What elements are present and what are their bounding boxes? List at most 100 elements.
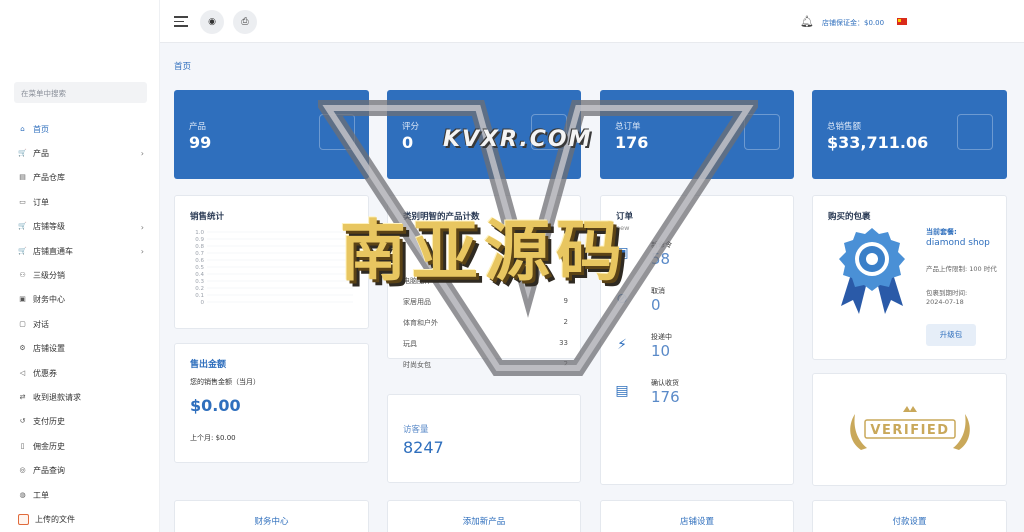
orders-card: 订单 new ▣ 新命令 58 ⊘ 取消 0 ⚡ 投递中 10 ▤ 确认收货 176 — [600, 195, 794, 485]
y-tick: 0.3 — [195, 279, 204, 285]
add-product-link[interactable]: 添加新产品 — [387, 500, 581, 532]
stat-value: 176 — [615, 133, 649, 152]
watermark-top-text: KVXR.COM — [443, 127, 593, 152]
gear-icon: ⚙ — [19, 344, 26, 353]
sidebar-item-label: 订单 — [33, 197, 49, 207]
breadcrumb[interactable]: 首页 — [174, 60, 191, 72]
verified-seal-icon: VERIFIED — [850, 406, 970, 450]
order-item-delivering[interactable]: ⚡ 投递中 10 — [613, 332, 783, 368]
sidebar-item-payment-history[interactable]: ↺ 支付历史 — [0, 410, 160, 434]
chevron-right-icon: › — [140, 246, 144, 256]
sidebar-item-label: 三级分销 — [33, 271, 65, 281]
award-badge-icon — [839, 228, 905, 314]
globe-icon[interactable]: ◉ — [200, 10, 224, 34]
shop-deposit[interactable]: 店铺保证金：$0.00 — [822, 18, 884, 28]
sidebar-item-label: 优惠券 — [33, 368, 57, 378]
category-name: 时尚女包 — [403, 361, 431, 369]
category-name: 家居用品 — [403, 298, 431, 306]
shop-settings-link[interactable]: 店铺设置 — [600, 500, 794, 532]
sidebar-item-label: 产品 — [33, 149, 49, 159]
stat-label: 总销售额 — [827, 122, 862, 132]
sidebar-item-label: 产品查询 — [33, 466, 65, 476]
sidebar-item-label: 收到退款请求 — [33, 392, 81, 402]
finance-center-link[interactable]: 财务中心 — [174, 500, 369, 532]
sidebar-item-orders[interactable]: ▭ 订单 — [0, 190, 160, 214]
y-tick: 0.2 — [195, 286, 204, 292]
sidebar-item-shop-level[interactable]: 🛒 店铺等级 › — [0, 215, 160, 239]
sidebar-item-refunds[interactable]: ⇄ 收到退款请求 — [0, 385, 160, 409]
cart-icon: 🛒 — [18, 246, 27, 255]
stat-label: 产品 — [189, 122, 207, 132]
box-icon — [319, 114, 355, 150]
upload-limit: 产品上传限制: 100 时代 — [926, 265, 997, 273]
category-count: 2 — [563, 360, 568, 368]
sidebar-item-home[interactable]: ⌂ 首页 — [0, 117, 160, 141]
search-circle-icon: ◎ — [19, 466, 26, 475]
chart-up-icon — [957, 114, 993, 150]
sidebar-item-label: 对话 — [33, 319, 49, 329]
y-tick: 0.6 — [195, 258, 204, 264]
sidebar-item-tickets[interactable]: ◍ 工单 — [0, 483, 160, 507]
bell-icon[interactable]: 🔔︎ — [800, 15, 814, 28]
sidebar-item-distribution[interactable]: ⚇ 三级分销 — [0, 263, 160, 287]
y-tick: 0.5 — [195, 265, 204, 271]
payment-settings-link[interactable]: 付款设置 — [812, 500, 1007, 532]
sidebar-item-chat[interactable]: ▢ 对话 — [0, 312, 160, 336]
sidebar-item-shop-settings[interactable]: ⚙ 店铺设置 — [0, 337, 160, 361]
expiry-date: 2024-07-18 — [926, 298, 964, 306]
category-name: 体育和户外 — [403, 319, 438, 327]
category-count: 9 — [563, 297, 568, 305]
cart-icon: 🛒 — [18, 222, 27, 231]
order-item-received[interactable]: ▤ 确认收货 176 — [613, 378, 783, 414]
history-icon: ↺ — [19, 417, 26, 426]
order-item-cancelled[interactable]: ⊘ 取消 0 — [613, 286, 783, 322]
sidebar-item-label: 工单 — [33, 490, 49, 500]
sidebar-item-product-query[interactable]: ◎ 产品查询 — [0, 458, 160, 482]
language-flag-icon[interactable] — [897, 18, 907, 25]
upgrade-package-button[interactable]: 升级包 — [926, 324, 976, 346]
order-label: 投递中 — [651, 333, 672, 341]
stat-card-products[interactable]: 产品 99 — [174, 90, 369, 179]
sidebar-item-commission-history[interactable]: ▯ 佣金历史 — [0, 434, 160, 458]
verified-card: VERIFIED — [812, 373, 1007, 486]
category-count: 33 — [559, 339, 568, 347]
sidebar-item-label: 产品仓库 — [33, 173, 65, 183]
sidebar-item-shop-express[interactable]: 🛒 店铺直通车 › — [0, 239, 160, 263]
chat-icon: ▢ — [19, 319, 26, 328]
stat-value: 0 — [402, 133, 414, 152]
chevron-right-icon: › — [140, 222, 144, 232]
sales-chart: 1.0 0.9 0.8 0.7 0.6 0.5 0.4 0.3 0.2 0.1 … — [195, 230, 353, 306]
expiry-label: 包裹到期时间: — [926, 289, 968, 297]
ticket-icon: ◍ — [19, 490, 26, 499]
package-expiry: 包裹到期时间: 2024-07-18 — [926, 289, 967, 307]
wallet-icon: ▣ — [19, 295, 26, 304]
sidebar-item-coupons[interactable]: ◁ 优惠券 — [0, 361, 160, 385]
order-value: 176 — [651, 388, 680, 406]
order-item-new[interactable]: ▣ 新命令 58 — [613, 240, 783, 276]
sidebar-item-warehouse[interactable]: ▤ 产品仓库 — [0, 166, 160, 190]
sold-amount-card: 售出金额 您的销售金额（当月） $0.00 上个月: $0.00 — [174, 343, 369, 463]
order-label: 取消 — [651, 287, 665, 295]
chevron-right-icon: › — [140, 149, 144, 159]
stat-value: 99 — [189, 133, 212, 152]
refund-icon: ⇄ — [19, 392, 26, 401]
running-icon: ⚡ — [617, 337, 627, 353]
sidebar-item-label: 支付历史 — [33, 417, 65, 427]
stat-card-total-orders[interactable]: 总订单 176 — [600, 90, 794, 179]
menu-search-input[interactable]: 在菜单中搜索 — [14, 82, 147, 103]
stat-card-total-sales[interactable]: 总销售额 $33,711.06 — [812, 90, 1007, 179]
menu-toggle-icon[interactable] — [174, 16, 188, 27]
sold-amount-subtitle: 您的销售金额（当月） — [190, 378, 260, 386]
category-row: 玩具 33 — [403, 339, 568, 349]
y-tick: 0.7 — [195, 251, 204, 257]
sidebar-item-uploaded-files[interactable]: 上传的文件 — [0, 507, 160, 531]
sidebar-item-label: 上传的文件 — [35, 514, 75, 524]
visitors-label: 访客量 — [403, 425, 429, 435]
printer-icon[interactable]: ⎙ — [233, 10, 257, 34]
y-tick: 0.8 — [195, 244, 204, 250]
sidebar-item-finance[interactable]: ▣ 财务中心 — [0, 288, 160, 312]
megaphone-icon: ◁ — [19, 368, 26, 377]
card-title: 销售统计 — [190, 212, 225, 222]
sidebar: 在菜单中搜索 ⌂ 首页 🛒 产品 › ▤ 产品仓库 ▭ 订单 🛒 店铺等级 › 🛒 店铺直通车 ›… — [0, 0, 160, 532]
sidebar-item-products[interactable]: 🛒 产品 › — [0, 141, 160, 165]
